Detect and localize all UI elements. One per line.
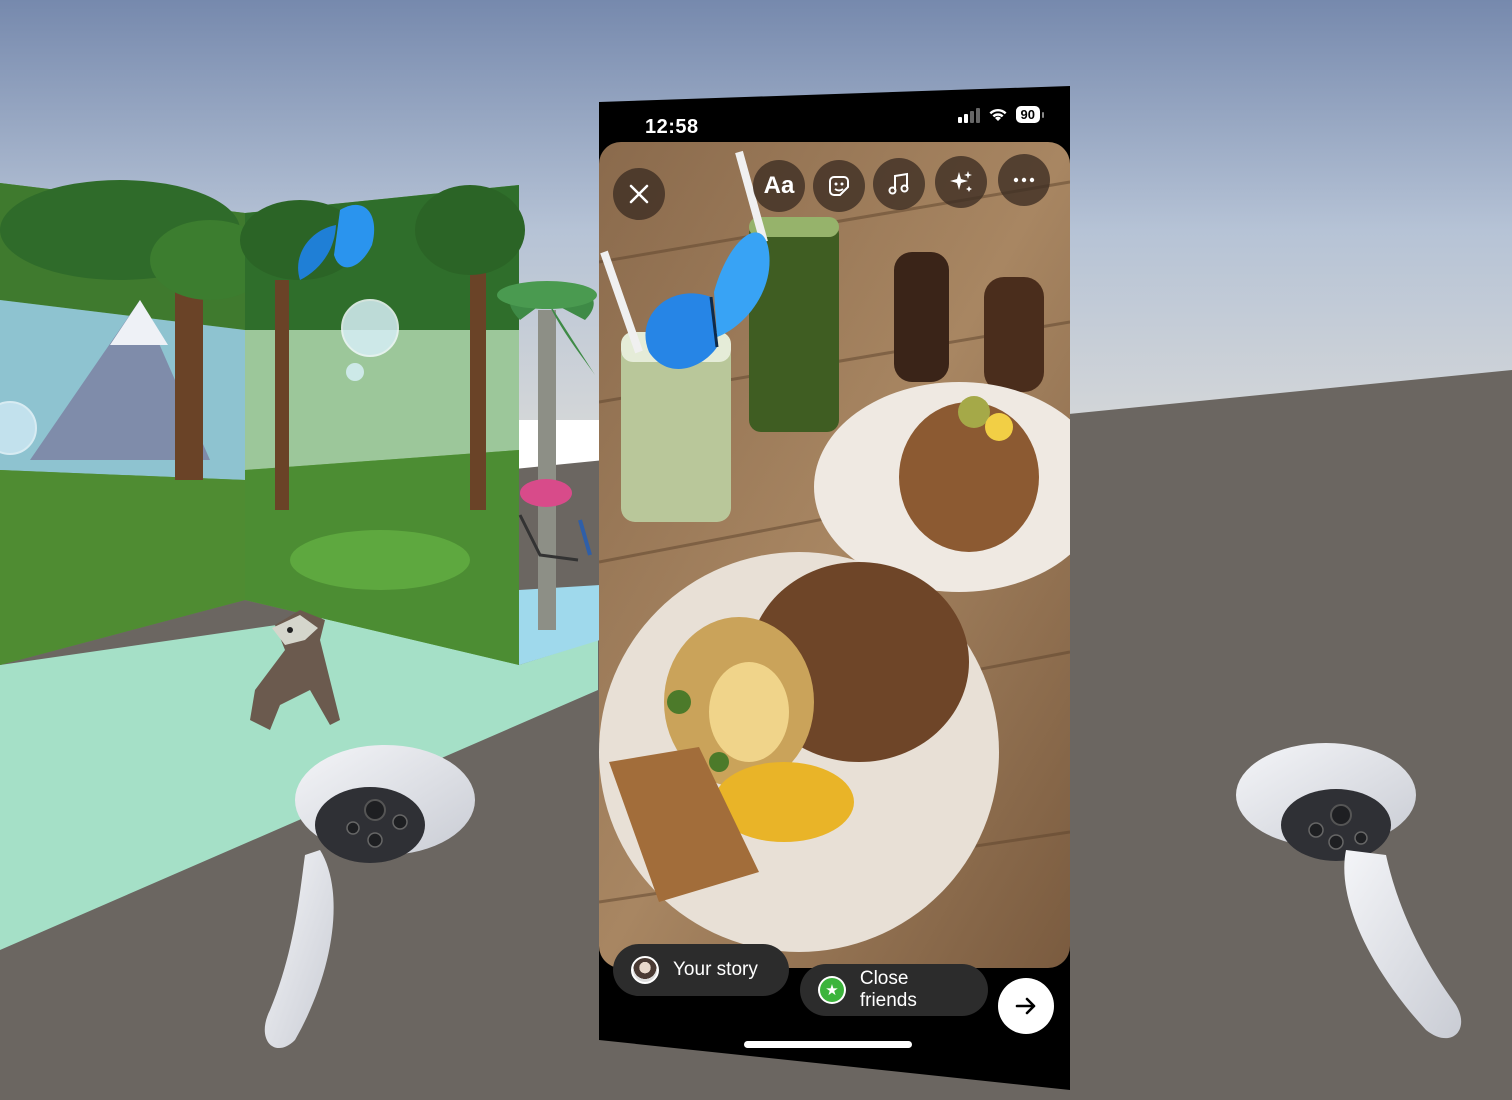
close-friends-button[interactable]: ★ Close friends [800, 964, 988, 1016]
story-photo[interactable]: Aa [599, 142, 1070, 968]
story-editor-panel: 12:58 90 Aa Your story ★ Close friends [599, 86, 1070, 1090]
your-story-button[interactable]: Your story [613, 944, 789, 996]
arrow-right-icon [1015, 997, 1036, 1015]
close-friends-label: Close friends [859, 968, 917, 1011]
star-icon: ★ [818, 976, 846, 1004]
wifi-icon [989, 108, 1007, 121]
text-tool-button[interactable]: Aa [753, 160, 805, 212]
avatar [631, 956, 659, 984]
food-photo [599, 142, 1070, 968]
sticker-icon [829, 176, 849, 196]
more-button[interactable] [998, 154, 1050, 206]
your-story-label: Your story [673, 959, 758, 980]
sparkles-icon [950, 171, 972, 192]
sticker-button[interactable] [813, 160, 865, 212]
home-indicator [744, 1041, 912, 1048]
next-button[interactable] [998, 978, 1054, 1034]
effects-button[interactable] [935, 156, 987, 208]
close-button[interactable] [613, 168, 665, 220]
battery-indicator: 90 [1015, 106, 1045, 123]
status-icons: 90 [957, 106, 1045, 123]
status-time: 12:58 [645, 116, 699, 138]
cellular-signal-icon [957, 107, 980, 123]
music-note-icon [888, 172, 909, 195]
music-button[interactable] [873, 158, 925, 210]
close-icon [629, 184, 649, 204]
more-dots-icon [1013, 177, 1035, 183]
